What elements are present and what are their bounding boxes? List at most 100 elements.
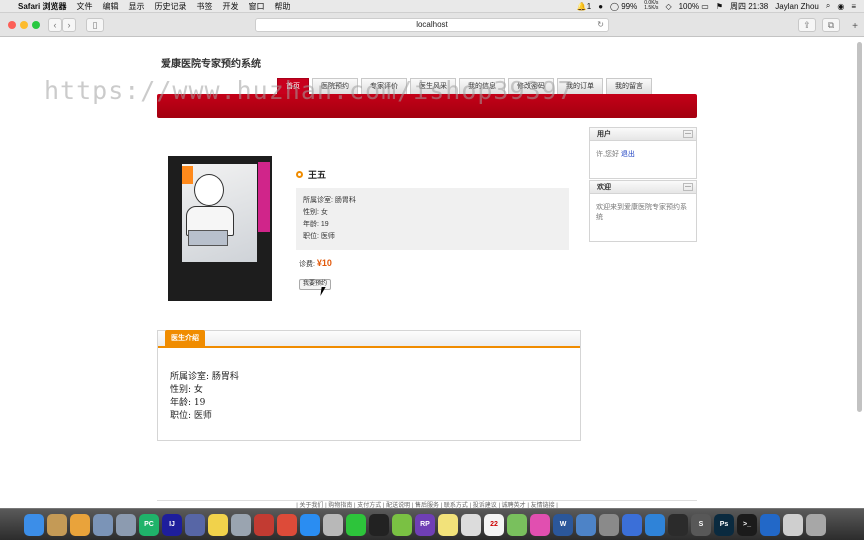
back-button[interactable]: ‹ (48, 18, 62, 32)
calendar-app-icon[interactable]: 22 (484, 513, 504, 536)
menu-develop[interactable]: 开发 (222, 1, 238, 12)
menu-view[interactable]: 显示 (128, 1, 144, 12)
terminal-icon[interactable]: >_ (737, 513, 757, 536)
status-area: 🔔1 ● ◯ 99% 0.0K/s 1.5K/s ◇ 100% ▭ ⚑ 周四 21… (577, 1, 864, 12)
menu-window[interactable]: 窗口 (248, 1, 264, 12)
footer-links[interactable]: | 关于我们 | 购物指南 | 支付方式 | 配送说明 | 售后服务 | 联系方… (157, 500, 697, 508)
welcome-panel-title: 欢迎 (597, 184, 611, 191)
qq-icon[interactable] (369, 513, 389, 536)
zoom-window-icon[interactable] (32, 21, 40, 29)
user-name[interactable]: Jaylan Zhou (775, 2, 819, 11)
axure-icon[interactable]: RP (415, 513, 435, 536)
finder-icon[interactable] (24, 513, 44, 536)
redis-app-icon[interactable] (254, 513, 274, 536)
wechat-status-icon[interactable]: ● (598, 2, 603, 11)
menu-file[interactable]: 文件 (76, 1, 92, 12)
battery-icon[interactable]: 100% ▭ (679, 2, 709, 11)
photo-pink-banner (258, 162, 270, 232)
doctor-name: 王五 (296, 168, 326, 181)
reload-icon[interactable]: ↻ (597, 19, 604, 31)
notes-app-icon[interactable] (47, 513, 67, 536)
photos-icon[interactable] (70, 513, 90, 536)
share-button[interactable]: ⇪ (798, 18, 816, 32)
intro-line-department: 所属诊室: 肠胃科 (170, 372, 239, 382)
settings-icon[interactable] (599, 513, 619, 536)
stack-app-icon[interactable] (185, 513, 205, 536)
photo-orange-sign (182, 166, 193, 184)
menu-help[interactable]: 帮助 (274, 1, 290, 12)
word-icon[interactable]: W (553, 513, 573, 536)
teamviewer-icon[interactable] (645, 513, 665, 536)
siri-icon[interactable]: ◉ (837, 2, 844, 11)
forward-button[interactable]: › (62, 18, 76, 32)
sublime-icon[interactable]: S (691, 513, 711, 536)
nav-tab-my-messages[interactable]: 我的留言 (606, 78, 652, 94)
gender-value: 女 (320, 209, 328, 216)
mail-app-icon[interactable] (323, 513, 343, 536)
launchpad-icon[interactable] (116, 513, 136, 536)
welcome-panel-collapse-button[interactable]: — (683, 183, 693, 191)
doctor-intro-panel: 医生介绍 所属诊室: 肠胃科 性别: 女 年龄: 19 职位: 医师 (157, 330, 581, 441)
sidebar-toggle-button[interactable]: ▯ (86, 18, 104, 32)
finder-2-icon[interactable] (576, 513, 596, 536)
menu-history[interactable]: 历史记录 (154, 1, 186, 12)
itunes-icon[interactable] (530, 513, 550, 536)
game-app-icon[interactable] (392, 513, 412, 536)
clock[interactable]: 周四 21:38 (730, 1, 768, 12)
logout-link[interactable]: 退出 (621, 151, 635, 158)
user-panel-collapse-button[interactable]: — (683, 130, 693, 138)
bullet-circle-icon (296, 171, 303, 178)
qq-2-icon[interactable] (668, 513, 688, 536)
menu-edit[interactable]: 编辑 (102, 1, 118, 12)
watermark-text: https://www.huzhan.com/ishop39397 (44, 76, 574, 105)
user-panel: 用户 — 许,您好 退出 (589, 127, 697, 179)
close-window-icon[interactable] (8, 21, 16, 29)
sidebar-icon: ▯ (92, 20, 98, 30)
trash-icon[interactable] (806, 513, 826, 536)
flag-icon[interactable]: ⚑ (716, 2, 723, 11)
user-panel-header: 用户 — (590, 128, 696, 141)
maps-app-icon[interactable] (507, 513, 527, 536)
notebook-app-icon[interactable] (461, 513, 481, 536)
wechat-icon[interactable] (346, 513, 366, 536)
doctor-name-text: 王五 (308, 170, 327, 180)
user-panel-body: 许,您好 退出 (590, 141, 696, 167)
network-speed: 0.0K/s 1.5K/s (644, 1, 658, 11)
pycharm-icon[interactable]: PC (139, 513, 159, 536)
wifi-icon[interactable]: ◇ (665, 2, 671, 11)
doctor-info-box: 所属诊室: 肠胃科 性别: 女 年龄: 19 职位: 医师 (296, 188, 569, 250)
app-menu[interactable]: Safari 浏览器 (18, 1, 66, 12)
notes-yellow-icon[interactable] (438, 513, 458, 536)
age-label: 年龄: (303, 221, 319, 228)
battery-percent: 100% (678, 1, 700, 11)
welcome-panel-body: 欢迎来到爱康医院专家预约系统 (596, 204, 687, 221)
address-bar[interactable]: localhost ↻ (255, 18, 609, 32)
doctor-intro-tab[interactable]: 医生介绍 (165, 330, 205, 347)
menu-bar: Safari 浏览器 文件 编辑 显示 历史记录 书签 开发 窗口 帮助 🔔1 … (0, 0, 864, 13)
menu-bookmarks[interactable]: 书签 (196, 1, 212, 12)
music-folder-icon[interactable] (783, 513, 803, 536)
search-icon[interactable]: ⌕ (826, 1, 830, 11)
chrome-app-icon[interactable] (277, 513, 297, 536)
baidu-app-icon[interactable] (622, 513, 642, 536)
tabs-button[interactable]: ⧉ (822, 18, 840, 32)
tabs-icon: ⧉ (827, 20, 835, 30)
notification-icon[interactable]: 🔔1 (577, 2, 591, 11)
new-tab-icon[interactable]: + (852, 21, 858, 32)
preview-icon[interactable] (93, 513, 113, 536)
banana-app-icon[interactable] (208, 513, 228, 536)
chevron-right-icon: › (67, 20, 71, 30)
page-scrollbar[interactable] (857, 42, 862, 412)
minimize-window-icon[interactable] (20, 21, 28, 29)
photo-cartoon-book (188, 230, 228, 246)
photoshop-icon[interactable]: Ps (714, 513, 734, 536)
safari-icon[interactable] (300, 513, 320, 536)
dock: PC IJ RP 22 W S Ps >_ (0, 508, 864, 540)
list-icon[interactable]: ≡ (851, 2, 856, 11)
welcome-panel: 欢迎 — 欢迎来到爱康医院专家预约系统 (589, 180, 697, 242)
browser-2-icon[interactable] (760, 513, 780, 536)
title-value: 医师 (320, 233, 335, 240)
intellij-icon[interactable]: IJ (162, 513, 182, 536)
cpu-icon[interactable]: ◯ 99% (610, 2, 637, 11)
ftp-app-icon[interactable] (231, 513, 251, 536)
